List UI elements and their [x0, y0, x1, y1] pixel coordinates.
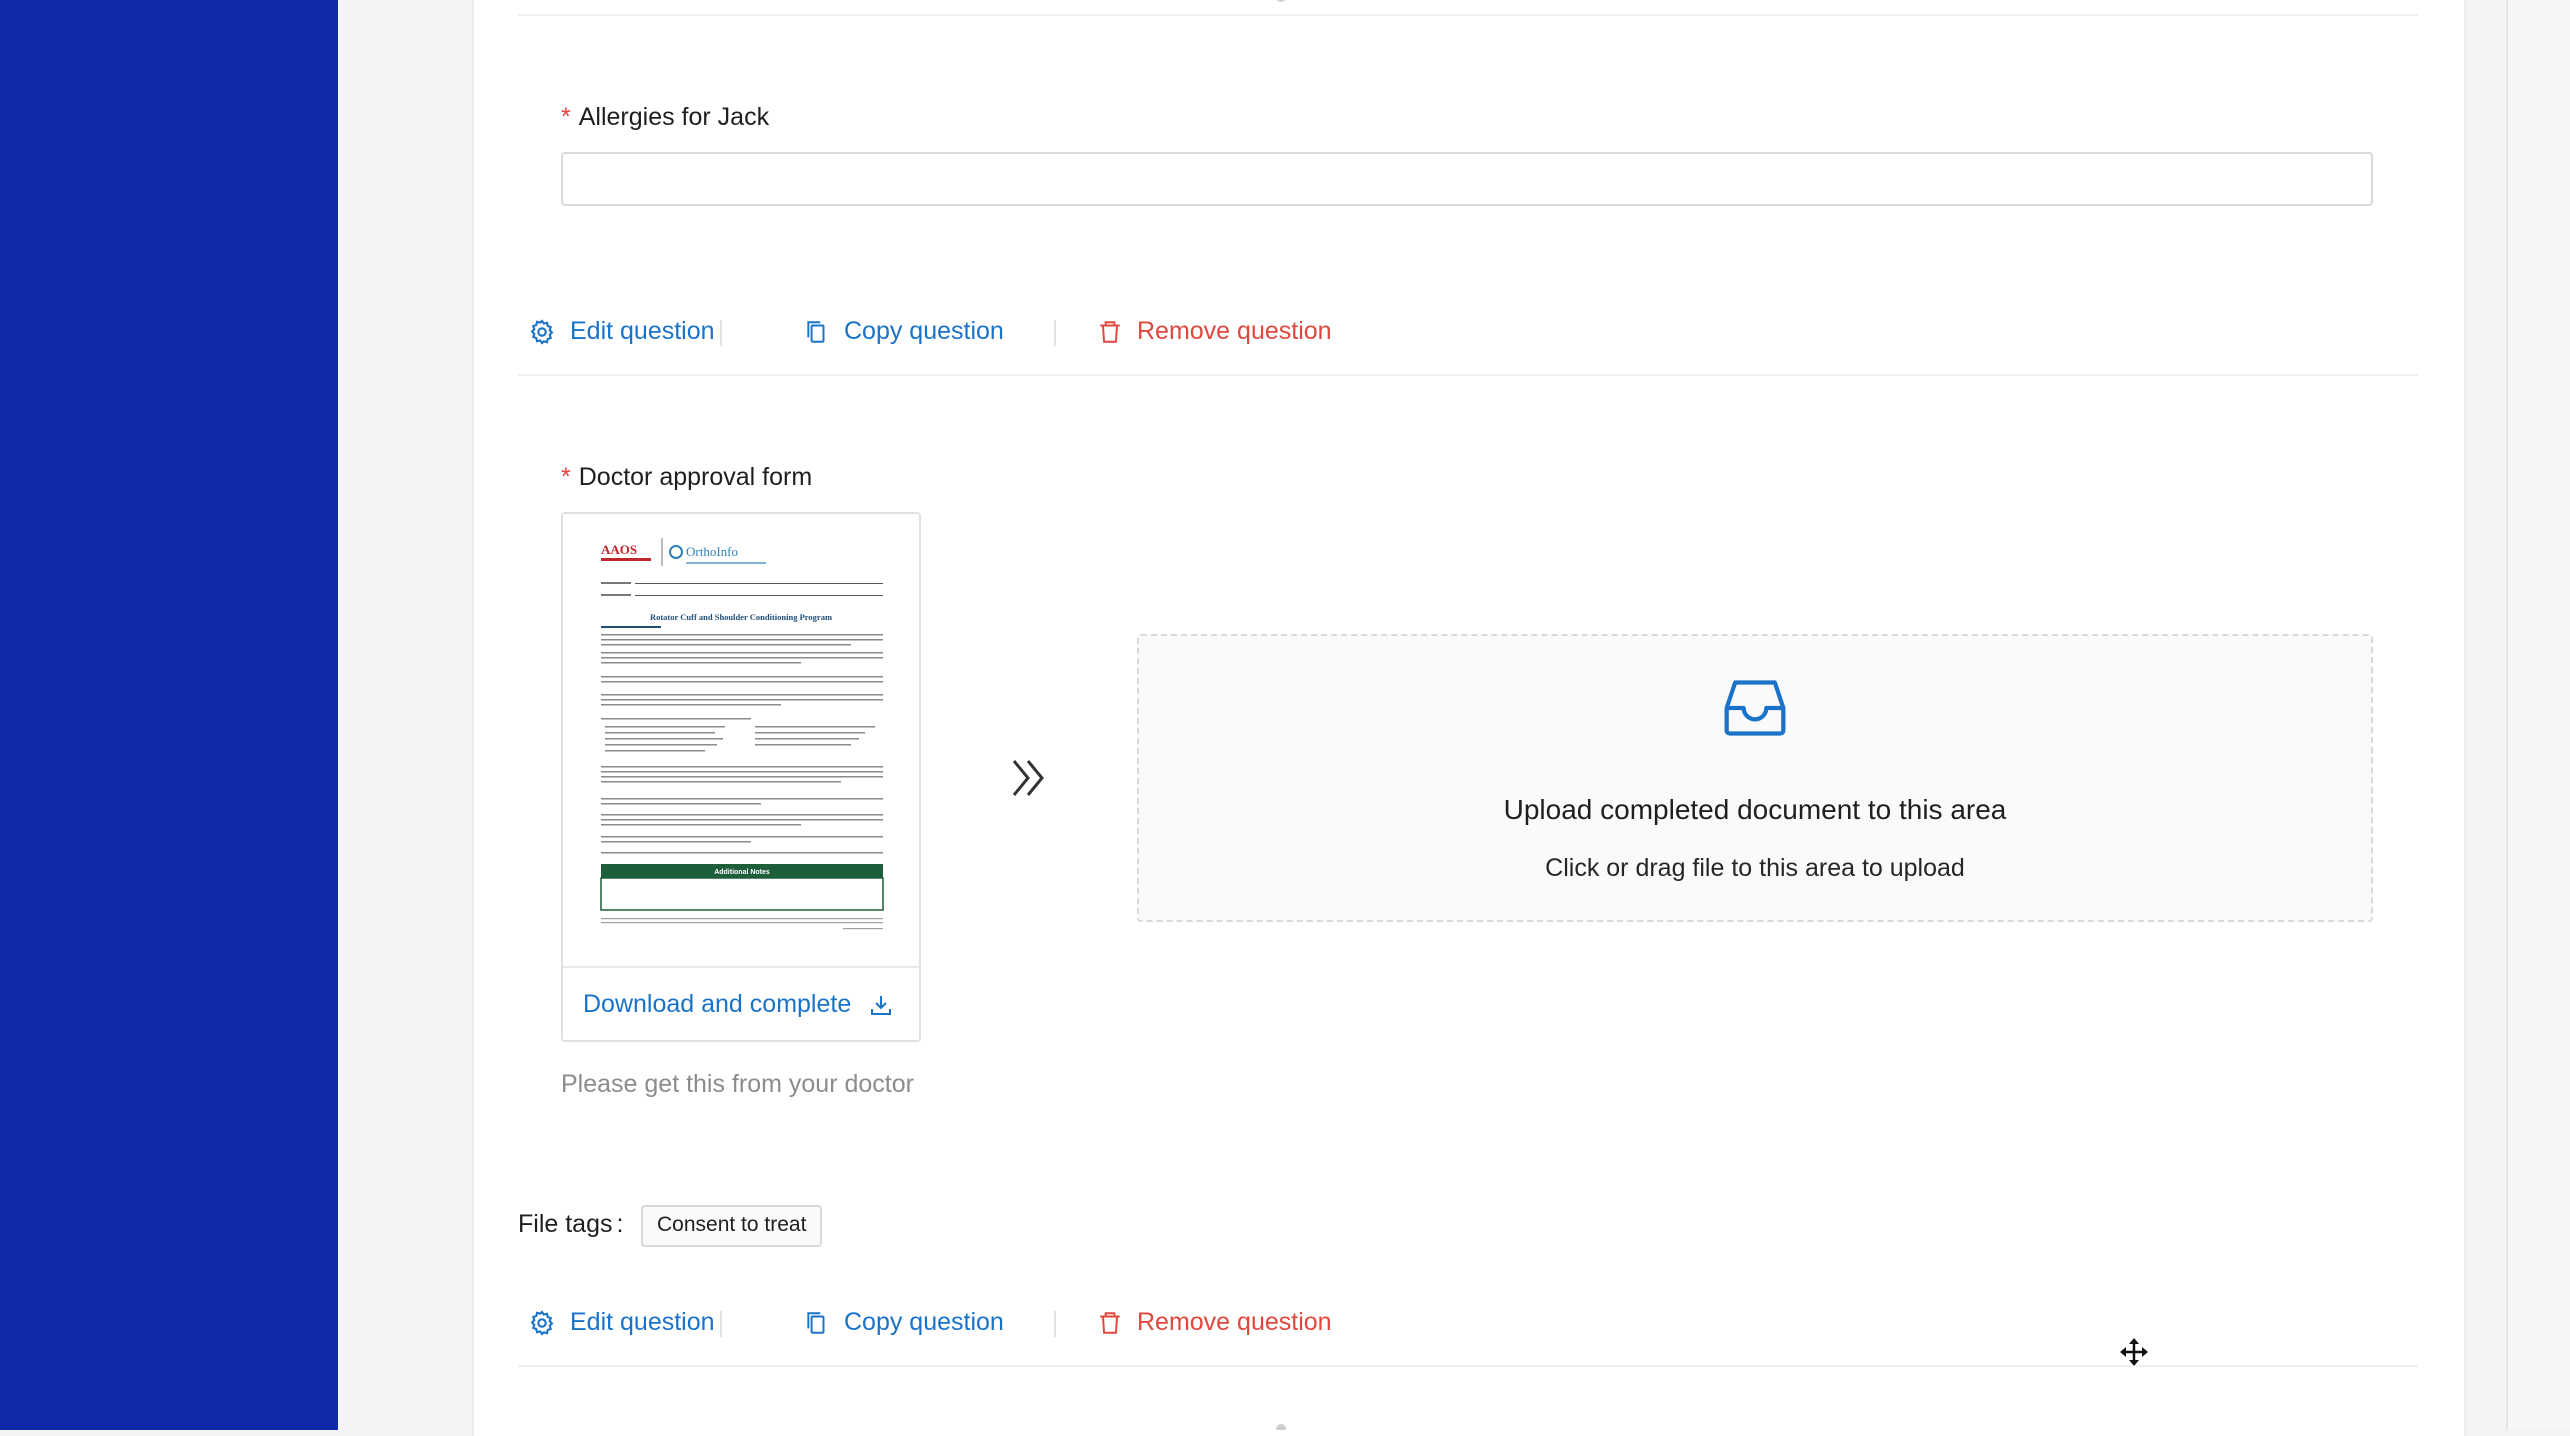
- gear-icon: [530, 318, 554, 345]
- download-and-complete-link[interactable]: Download and complete: [583, 990, 893, 1019]
- copy-question-button[interactable]: Copy question: [804, 1308, 1004, 1337]
- document-notes-header: Additional Notes: [714, 869, 770, 876]
- move-cursor-icon: [2118, 1336, 2150, 1368]
- section-divider: [518, 14, 2418, 16]
- question-label-text: Allergies for Jack: [578, 103, 770, 131]
- action-separator: [1054, 1311, 1056, 1337]
- copy-icon: [807, 320, 825, 343]
- file-tag: Consent to treat: [641, 1205, 823, 1247]
- edit-question-button[interactable]: Edit question: [528, 317, 715, 346]
- gear-icon: [530, 1309, 554, 1336]
- document-thumbnail[interactable]: AAOS OrthoInfo Rotator Cuff and Shoulder…: [563, 514, 919, 968]
- section-divider: [518, 374, 2418, 376]
- required-mark: *: [561, 103, 571, 131]
- file-tags-label-text: File tags: [518, 1210, 613, 1238]
- document-brand: OrthoInfo: [686, 544, 738, 559]
- upload-hint: Click or drag file to this area to uploa…: [1545, 854, 1965, 882]
- file-tags-label: File tags:: [518, 1210, 624, 1238]
- required-mark: *: [561, 463, 571, 491]
- edit-question-label: Edit question: [570, 317, 715, 345]
- remove-question-label: Remove question: [1137, 317, 1332, 345]
- download-icon: [871, 995, 892, 1015]
- trash-icon: [1100, 320, 1120, 343]
- scrollbar-gutter[interactable]: [2506, 0, 2570, 1430]
- document-thumbnail-image: AAOS OrthoInfo Rotator Cuff and Shoulder…: [563, 514, 919, 966]
- inbox-icon: [1724, 680, 1786, 736]
- remove-question-label: Remove question: [1137, 1308, 1332, 1336]
- document-preview-card: AAOS OrthoInfo Rotator Cuff and Shoulder…: [561, 512, 921, 1042]
- action-separator: [720, 1311, 722, 1337]
- download-label: Download and complete: [583, 990, 852, 1018]
- copy-icon: [807, 1311, 825, 1334]
- file-upload-dropzone[interactable]: Upload completed document to this area C…: [1137, 634, 2373, 922]
- left-navigation-rail: [0, 0, 338, 1430]
- action-separator: [1054, 320, 1056, 346]
- copy-question-label: Copy question: [844, 317, 1004, 345]
- question-label-text: Doctor approval form: [578, 463, 813, 491]
- document-title: Rotator Cuff and Shoulder Conditioning P…: [650, 612, 832, 622]
- allergies-input[interactable]: [561, 152, 2373, 206]
- question-label-allergies: * Allergies for Jack: [561, 103, 769, 132]
- double-chevron-right-icon: [1012, 760, 1044, 796]
- question-help-text: Please get this from your doctor: [561, 1070, 914, 1098]
- copy-question-button[interactable]: Copy question: [804, 317, 1004, 346]
- upload-title: Upload completed document to this area: [1503, 794, 2007, 825]
- edit-question-label: Edit question: [570, 1308, 715, 1336]
- edit-question-button[interactable]: Edit question: [528, 1308, 715, 1337]
- question-label-doctor-approval: * Doctor approval form: [561, 463, 812, 492]
- copy-question-label: Copy question: [844, 1308, 1004, 1336]
- trash-icon: [1100, 1311, 1120, 1334]
- document-org-logo: AAOS: [601, 542, 637, 557]
- remove-question-button[interactable]: Remove question: [1097, 317, 1332, 346]
- action-separator: [720, 320, 722, 346]
- remove-question-button[interactable]: Remove question: [1097, 1308, 1332, 1337]
- scroll-indicator-bottom: [1276, 1424, 1286, 1430]
